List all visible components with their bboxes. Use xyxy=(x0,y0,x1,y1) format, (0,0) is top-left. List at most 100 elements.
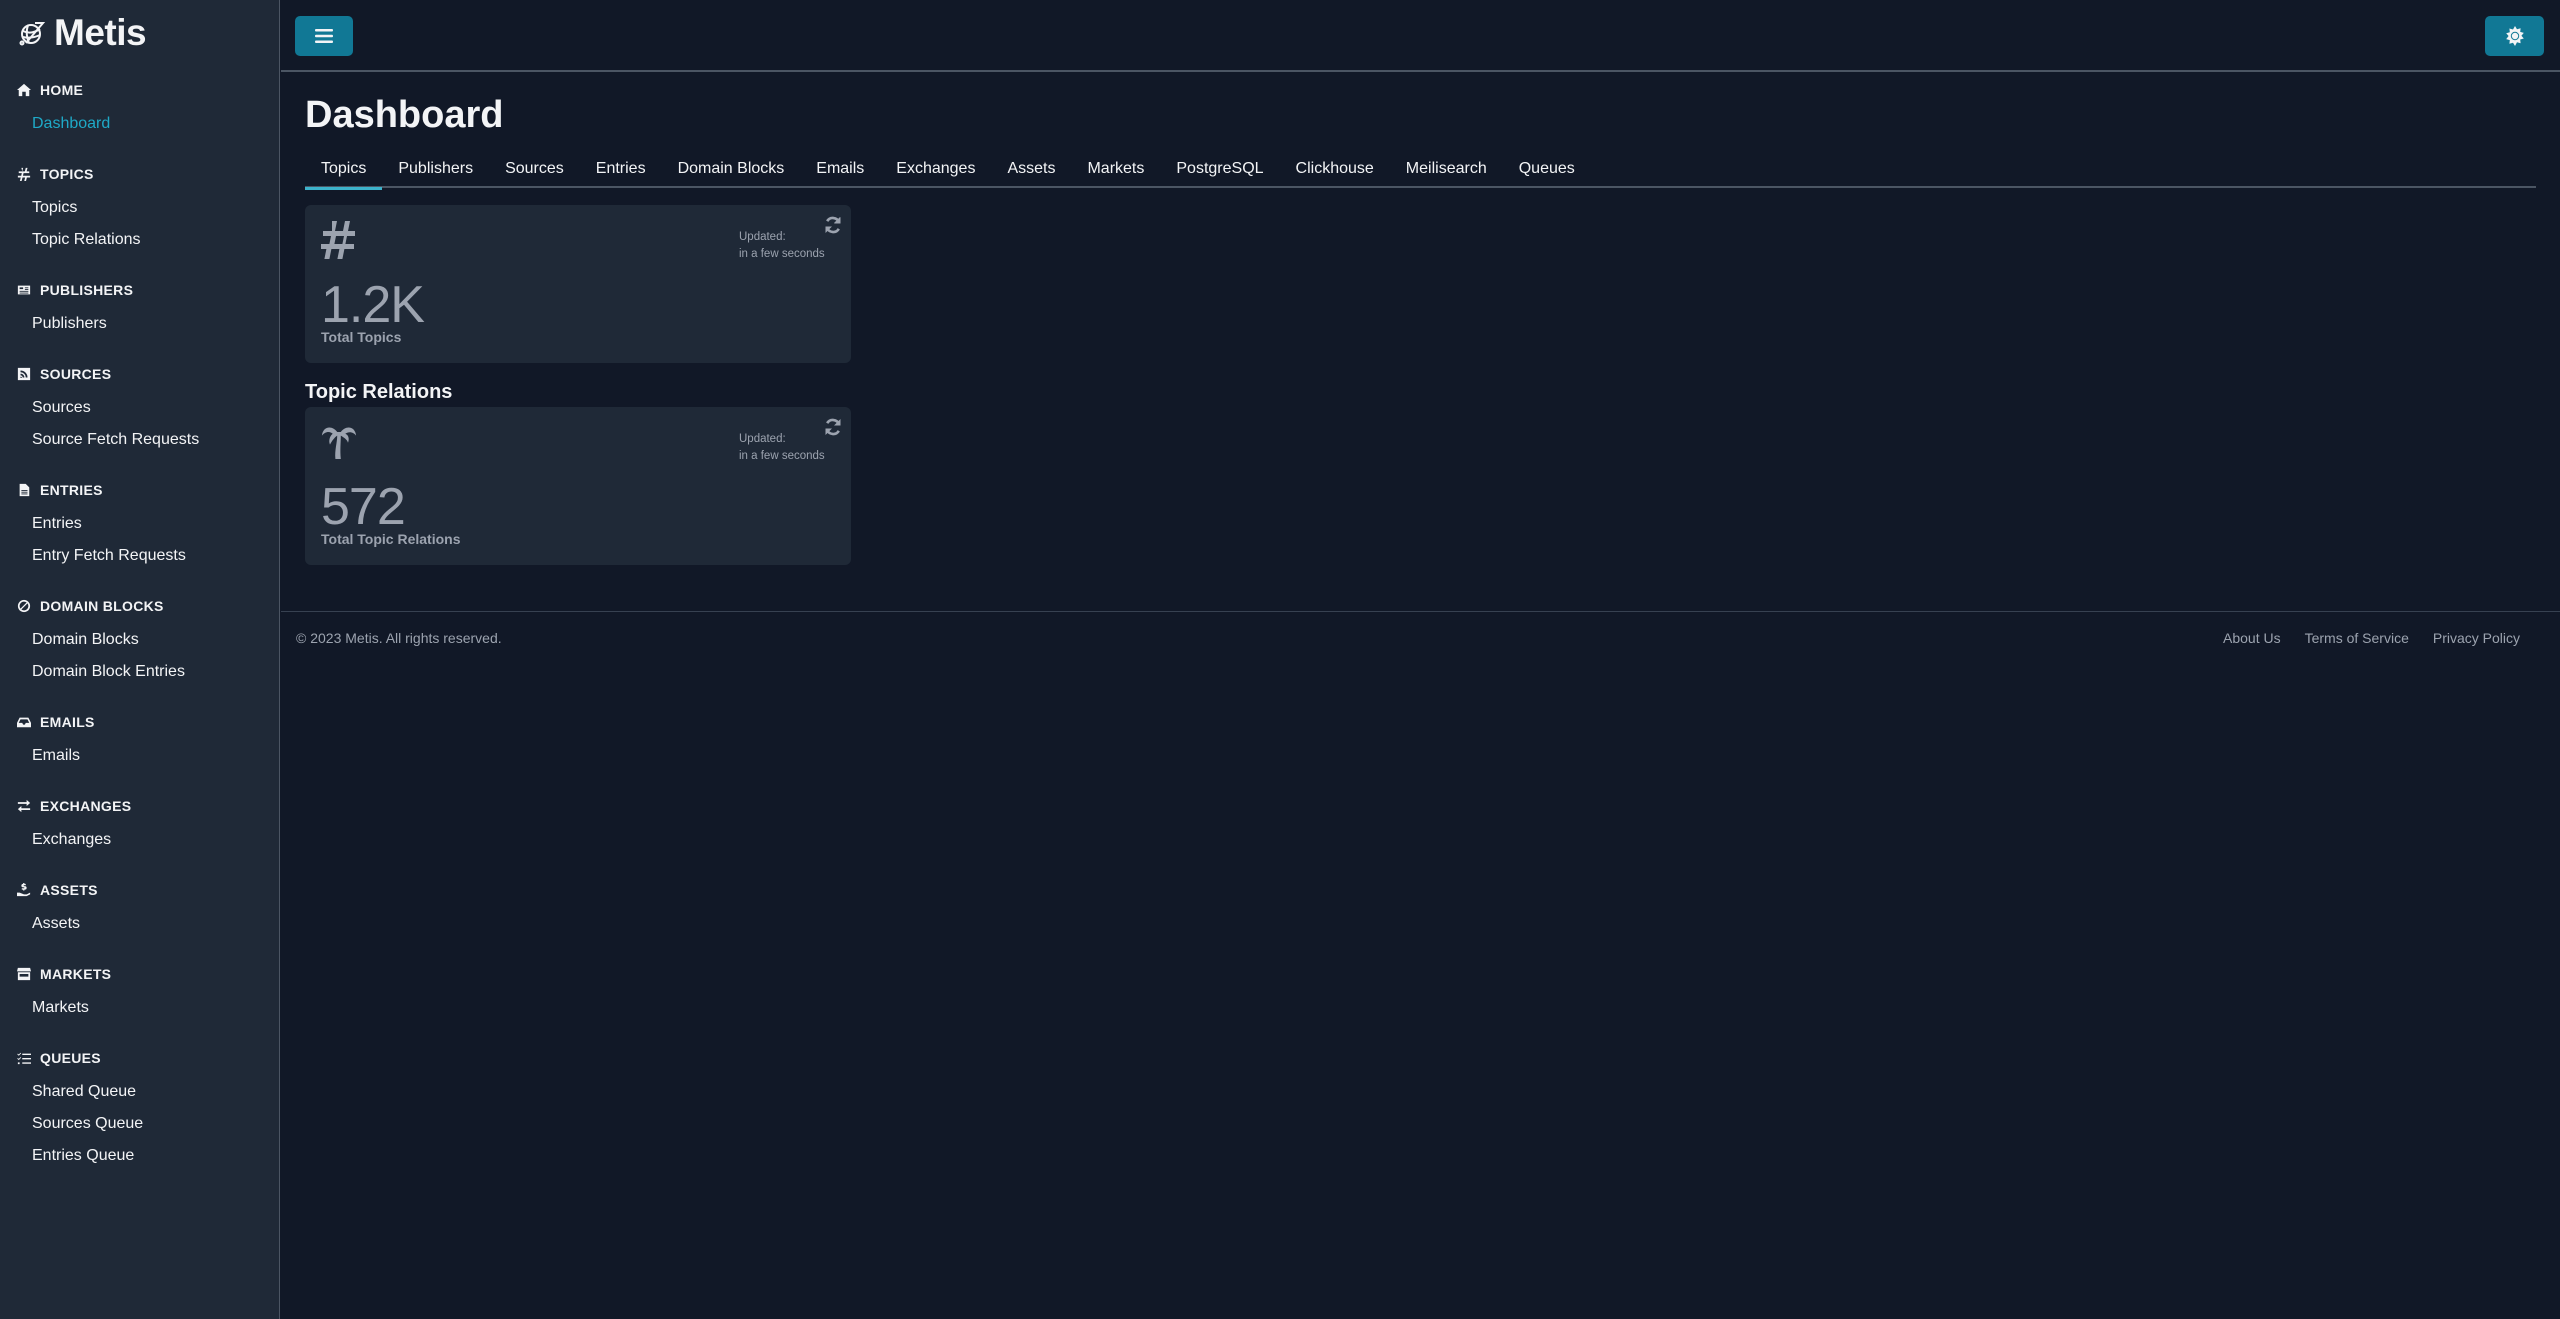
nav-group-markets: MARKETS Markets xyxy=(0,964,280,1024)
theme-toggle-button[interactable] xyxy=(2485,16,2544,56)
dashboard-tabs: Topics Publishers Sources Entries Domain… xyxy=(305,154,2536,190)
sidebar-item-domain-blocks[interactable]: Domain Blocks xyxy=(0,624,280,656)
sidebar-item-sources-queue[interactable]: Sources Queue xyxy=(0,1108,280,1140)
tab-topics[interactable]: Topics xyxy=(305,154,383,190)
sidebar-item-source-fetch-requests[interactable]: Source Fetch Requests xyxy=(0,424,280,456)
group-head-emails: EMAILS xyxy=(0,712,280,732)
brand[interactable]: Metis xyxy=(18,12,147,54)
hand-holding-dollar-icon xyxy=(16,882,32,898)
nav-group-exchanges: EXCHANGES Exchanges xyxy=(0,796,280,856)
group-title: MARKETS xyxy=(40,966,112,982)
menu-toggle-button[interactable] xyxy=(295,16,353,56)
footer-link-terms-of-service[interactable]: Terms of Service xyxy=(2305,630,2409,646)
nav-group-topics: TOPICS Topics Topic Relations xyxy=(0,164,280,256)
group-head-exchanges: EXCHANGES xyxy=(0,796,280,816)
home-icon xyxy=(16,82,32,98)
hashtag-icon xyxy=(321,221,355,259)
sidebar-item-entries-queue[interactable]: Entries Queue xyxy=(0,1140,280,1172)
inbox-icon xyxy=(16,714,32,730)
stat-value: 1.2K xyxy=(321,276,425,334)
tab-entries[interactable]: Entries xyxy=(580,154,662,188)
sidebar: Metis HOME Dashboard TOPICS Topics Topic… xyxy=(0,0,280,1319)
ban-icon xyxy=(16,598,32,614)
updated-info: Updated: in a few seconds xyxy=(739,229,825,263)
group-head-assets: ASSETS xyxy=(0,880,280,900)
newspaper-icon xyxy=(16,282,32,298)
exchange-icon xyxy=(16,798,32,814)
sidebar-item-topic-relations[interactable]: Topic Relations xyxy=(0,224,280,256)
group-title: QUEUES xyxy=(40,1050,101,1066)
footer-link-privacy-policy[interactable]: Privacy Policy xyxy=(2433,630,2520,646)
nav-group-home: HOME Dashboard xyxy=(0,80,280,140)
group-title: SOURCES xyxy=(40,366,112,382)
nav-group-assets: ASSETS Assets xyxy=(0,880,280,940)
globe-logo-icon xyxy=(19,22,46,46)
sidebar-item-entries[interactable]: Entries xyxy=(0,508,280,540)
group-title: EXCHANGES xyxy=(40,798,132,814)
updated-value: in a few seconds xyxy=(739,450,825,462)
sidebar-item-dashboard[interactable]: Dashboard xyxy=(0,108,280,140)
section-title-topic-relations: Topic Relations xyxy=(305,381,453,403)
tab-emails[interactable]: Emails xyxy=(800,154,880,188)
bars-icon xyxy=(315,29,333,43)
tree-palm-icon xyxy=(321,427,357,459)
tab-exchanges[interactable]: Exchanges xyxy=(880,154,991,188)
stat-label: Total Topic Relations xyxy=(321,531,461,547)
sidebar-item-emails[interactable]: Emails xyxy=(0,740,280,772)
sidebar-item-assets[interactable]: Assets xyxy=(0,908,280,940)
tab-queues[interactable]: Queues xyxy=(1503,154,1591,188)
stat-value: 572 xyxy=(321,478,406,536)
nav-group-sources: SOURCES Sources Source Fetch Requests xyxy=(0,364,280,456)
topbar xyxy=(281,0,2560,72)
nav-group-entries: ENTRIES Entries Entry Fetch Requests xyxy=(0,480,280,572)
group-head-entries: ENTRIES xyxy=(0,480,280,500)
refresh-icon[interactable] xyxy=(823,417,843,437)
group-head-sources: SOURCES xyxy=(0,364,280,384)
sidebar-item-exchanges[interactable]: Exchanges xyxy=(0,824,280,856)
updated-info: Updated: in a few seconds xyxy=(739,431,825,465)
nav-group-domain-blocks: DOMAIN BLOCKS Domain Blocks Domain Block… xyxy=(0,596,280,688)
refresh-icon[interactable] xyxy=(823,215,843,235)
updated-value: in a few seconds xyxy=(739,248,825,260)
tab-sources[interactable]: Sources xyxy=(489,154,580,188)
group-head-home: HOME xyxy=(0,80,280,100)
sidebar-item-entry-fetch-requests[interactable]: Entry Fetch Requests xyxy=(0,540,280,572)
footer: © 2023 Metis. All rights reserved. About… xyxy=(281,611,2560,671)
tab-markets[interactable]: Markets xyxy=(1071,154,1160,188)
group-head-topics: TOPICS xyxy=(0,164,280,184)
sidebar-item-sources[interactable]: Sources xyxy=(0,392,280,424)
sidebar-item-shared-queue[interactable]: Shared Queue xyxy=(0,1076,280,1108)
brand-name: Metis xyxy=(54,12,147,53)
tab-domain-blocks[interactable]: Domain Blocks xyxy=(662,154,801,188)
sidebar-item-topics[interactable]: Topics xyxy=(0,192,280,224)
stat-card-total-topic-relations: Updated: in a few seconds 572 Total Topi… xyxy=(305,407,851,565)
store-icon xyxy=(16,966,32,982)
hashtag-icon xyxy=(16,166,32,182)
tab-meilisearch[interactable]: Meilisearch xyxy=(1390,154,1503,188)
group-title: EMAILS xyxy=(40,714,95,730)
tab-assets[interactable]: Assets xyxy=(991,154,1071,188)
nav-group-queues: QUEUES Shared Queue Sources Queue Entrie… xyxy=(0,1048,280,1172)
group-title: HOME xyxy=(40,82,84,98)
file-icon xyxy=(16,482,32,498)
footer-link-about-us[interactable]: About Us xyxy=(2223,630,2281,646)
group-title: TOPICS xyxy=(40,166,94,182)
group-head-queues: QUEUES xyxy=(0,1048,280,1068)
group-title: PUBLISHERS xyxy=(40,282,134,298)
sidebar-item-markets[interactable]: Markets xyxy=(0,992,280,1024)
stat-label: Total Topics xyxy=(321,329,402,345)
rss-icon xyxy=(16,366,32,382)
tab-postgresql[interactable]: PostgreSQL xyxy=(1160,154,1279,188)
tab-clickhouse[interactable]: Clickhouse xyxy=(1280,154,1390,188)
footer-links: About Us Terms of Service Privacy Policy xyxy=(2223,630,2520,646)
copyright-text: © 2023 Metis. All rights reserved. xyxy=(296,630,502,646)
page-title: Dashboard xyxy=(305,94,504,136)
group-title: ENTRIES xyxy=(40,482,103,498)
group-title: ASSETS xyxy=(40,882,98,898)
stat-card-total-topics: Updated: in a few seconds 1.2K Total Top… xyxy=(305,205,851,363)
nav-group-publishers: PUBLISHERS Publishers xyxy=(0,280,280,340)
updated-label: Updated: xyxy=(739,433,786,445)
tab-publishers[interactable]: Publishers xyxy=(382,154,489,188)
sidebar-item-publishers[interactable]: Publishers xyxy=(0,308,280,340)
sidebar-item-domain-block-entries[interactable]: Domain Block Entries xyxy=(0,656,280,688)
